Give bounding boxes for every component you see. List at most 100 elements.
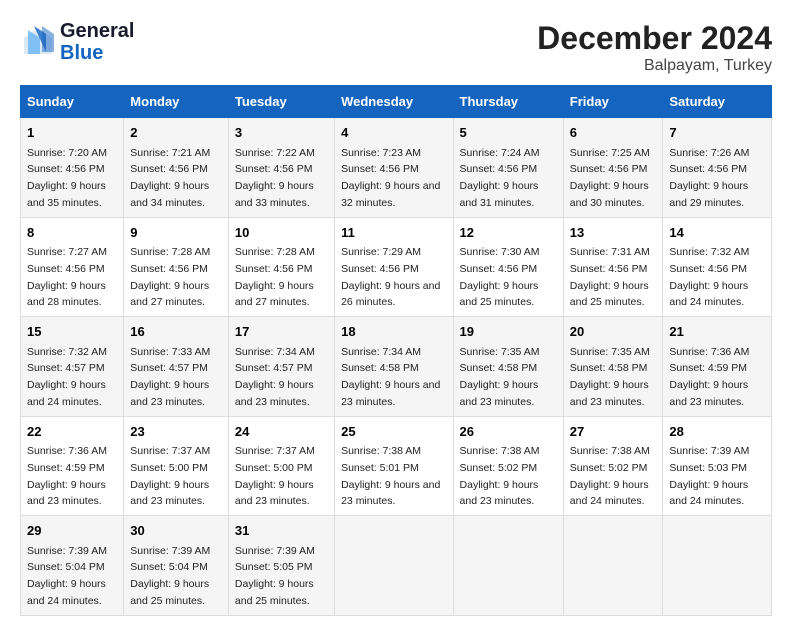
day-number: 9 (130, 223, 222, 243)
day-info: Sunrise: 7:26 AMSunset: 4:56 PMDaylight:… (669, 147, 749, 209)
day-number: 23 (130, 422, 222, 442)
day-info: Sunrise: 7:31 AMSunset: 4:56 PMDaylight:… (570, 246, 650, 308)
day-cell: 22 Sunrise: 7:36 AMSunset: 4:59 PMDaylig… (21, 416, 124, 516)
day-cell: 7 Sunrise: 7:26 AMSunset: 4:56 PMDayligh… (663, 118, 772, 218)
week-row-2: 8 Sunrise: 7:27 AMSunset: 4:56 PMDayligh… (21, 217, 772, 317)
day-cell: 31 Sunrise: 7:39 AMSunset: 5:05 PMDaylig… (228, 516, 334, 616)
day-cell: 16 Sunrise: 7:33 AMSunset: 4:57 PMDaylig… (124, 317, 229, 417)
col-saturday: Saturday (663, 86, 772, 118)
day-cell: 28 Sunrise: 7:39 AMSunset: 5:03 PMDaylig… (663, 416, 772, 516)
header-row: Sunday Monday Tuesday Wednesday Thursday… (21, 86, 772, 118)
day-cell: 6 Sunrise: 7:25 AMSunset: 4:56 PMDayligh… (563, 118, 663, 218)
day-info: Sunrise: 7:35 AMSunset: 4:58 PMDaylight:… (460, 346, 540, 408)
page-header: General Blue December 2024 Balpayam, Tur… (20, 20, 772, 75)
day-number: 28 (669, 422, 765, 442)
day-info: Sunrise: 7:34 AMSunset: 4:57 PMDaylight:… (235, 346, 315, 408)
day-number: 8 (27, 223, 117, 243)
day-info: Sunrise: 7:38 AMSunset: 5:01 PMDaylight:… (341, 445, 440, 507)
day-cell: 1 Sunrise: 7:20 AMSunset: 4:56 PMDayligh… (21, 118, 124, 218)
day-cell: 29 Sunrise: 7:39 AMSunset: 5:04 PMDaylig… (21, 516, 124, 616)
day-cell: 26 Sunrise: 7:38 AMSunset: 5:02 PMDaylig… (453, 416, 563, 516)
week-row-3: 15 Sunrise: 7:32 AMSunset: 4:57 PMDaylig… (21, 317, 772, 417)
day-cell: 13 Sunrise: 7:31 AMSunset: 4:56 PMDaylig… (563, 217, 663, 317)
day-number: 3 (235, 123, 328, 143)
day-number: 1 (27, 123, 117, 143)
day-number: 17 (235, 322, 328, 342)
page-subtitle: Balpayam, Turkey (537, 57, 772, 75)
col-sunday: Sunday (21, 86, 124, 118)
day-info: Sunrise: 7:39 AMSunset: 5:04 PMDaylight:… (27, 545, 107, 607)
day-number: 13 (570, 223, 657, 243)
col-friday: Friday (563, 86, 663, 118)
day-info: Sunrise: 7:39 AMSunset: 5:04 PMDaylight:… (130, 545, 210, 607)
day-cell (335, 516, 453, 616)
col-monday: Monday (124, 86, 229, 118)
day-cell: 11 Sunrise: 7:29 AMSunset: 4:56 PMDaylig… (335, 217, 453, 317)
day-info: Sunrise: 7:38 AMSunset: 5:02 PMDaylight:… (570, 445, 650, 507)
day-cell: 17 Sunrise: 7:34 AMSunset: 4:57 PMDaylig… (228, 317, 334, 417)
day-info: Sunrise: 7:32 AMSunset: 4:57 PMDaylight:… (27, 346, 107, 408)
day-info: Sunrise: 7:28 AMSunset: 4:56 PMDaylight:… (235, 246, 315, 308)
day-info: Sunrise: 7:32 AMSunset: 4:56 PMDaylight:… (669, 246, 749, 308)
week-row-1: 1 Sunrise: 7:20 AMSunset: 4:56 PMDayligh… (21, 118, 772, 218)
logo: General Blue (20, 20, 134, 64)
day-number: 7 (669, 123, 765, 143)
day-cell: 3 Sunrise: 7:22 AMSunset: 4:56 PMDayligh… (228, 118, 334, 218)
day-number: 15 (27, 322, 117, 342)
page-title: December 2024 (537, 20, 772, 57)
day-cell: 19 Sunrise: 7:35 AMSunset: 4:58 PMDaylig… (453, 317, 563, 417)
logo-icon (20, 24, 56, 60)
logo-blue: Blue (60, 42, 134, 64)
day-number: 12 (460, 223, 557, 243)
day-cell: 27 Sunrise: 7:38 AMSunset: 5:02 PMDaylig… (563, 416, 663, 516)
day-number: 21 (669, 322, 765, 342)
logo-general: General (60, 20, 134, 42)
day-cell: 21 Sunrise: 7:36 AMSunset: 4:59 PMDaylig… (663, 317, 772, 417)
day-info: Sunrise: 7:30 AMSunset: 4:56 PMDaylight:… (460, 246, 540, 308)
day-number: 29 (27, 521, 117, 541)
day-number: 26 (460, 422, 557, 442)
day-cell: 10 Sunrise: 7:28 AMSunset: 4:56 PMDaylig… (228, 217, 334, 317)
day-cell: 18 Sunrise: 7:34 AMSunset: 4:58 PMDaylig… (335, 317, 453, 417)
day-info: Sunrise: 7:36 AMSunset: 4:59 PMDaylight:… (669, 346, 749, 408)
day-cell (563, 516, 663, 616)
day-cell: 2 Sunrise: 7:21 AMSunset: 4:56 PMDayligh… (124, 118, 229, 218)
day-number: 11 (341, 223, 446, 243)
day-number: 14 (669, 223, 765, 243)
day-cell: 5 Sunrise: 7:24 AMSunset: 4:56 PMDayligh… (453, 118, 563, 218)
day-number: 24 (235, 422, 328, 442)
day-cell (663, 516, 772, 616)
day-info: Sunrise: 7:27 AMSunset: 4:56 PMDaylight:… (27, 246, 107, 308)
day-number: 30 (130, 521, 222, 541)
day-number: 5 (460, 123, 557, 143)
calendar-table: Sunday Monday Tuesday Wednesday Thursday… (20, 85, 772, 616)
day-cell: 8 Sunrise: 7:27 AMSunset: 4:56 PMDayligh… (21, 217, 124, 317)
day-number: 19 (460, 322, 557, 342)
day-number: 4 (341, 123, 446, 143)
day-number: 25 (341, 422, 446, 442)
day-cell: 20 Sunrise: 7:35 AMSunset: 4:58 PMDaylig… (563, 317, 663, 417)
day-cell: 30 Sunrise: 7:39 AMSunset: 5:04 PMDaylig… (124, 516, 229, 616)
day-info: Sunrise: 7:37 AMSunset: 5:00 PMDaylight:… (130, 445, 210, 507)
day-info: Sunrise: 7:38 AMSunset: 5:02 PMDaylight:… (460, 445, 540, 507)
day-number: 2 (130, 123, 222, 143)
day-number: 16 (130, 322, 222, 342)
day-cell: 24 Sunrise: 7:37 AMSunset: 5:00 PMDaylig… (228, 416, 334, 516)
day-info: Sunrise: 7:20 AMSunset: 4:56 PMDaylight:… (27, 147, 107, 209)
day-cell: 9 Sunrise: 7:28 AMSunset: 4:56 PMDayligh… (124, 217, 229, 317)
day-info: Sunrise: 7:24 AMSunset: 4:56 PMDaylight:… (460, 147, 540, 209)
day-info: Sunrise: 7:35 AMSunset: 4:58 PMDaylight:… (570, 346, 650, 408)
day-cell: 4 Sunrise: 7:23 AMSunset: 4:56 PMDayligh… (335, 118, 453, 218)
day-number: 6 (570, 123, 657, 143)
day-info: Sunrise: 7:39 AMSunset: 5:05 PMDaylight:… (235, 545, 315, 607)
day-info: Sunrise: 7:28 AMSunset: 4:56 PMDaylight:… (130, 246, 210, 308)
day-cell: 25 Sunrise: 7:38 AMSunset: 5:01 PMDaylig… (335, 416, 453, 516)
day-number: 10 (235, 223, 328, 243)
day-number: 31 (235, 521, 328, 541)
day-cell: 12 Sunrise: 7:30 AMSunset: 4:56 PMDaylig… (453, 217, 563, 317)
day-number: 27 (570, 422, 657, 442)
day-cell: 23 Sunrise: 7:37 AMSunset: 5:00 PMDaylig… (124, 416, 229, 516)
day-info: Sunrise: 7:29 AMSunset: 4:56 PMDaylight:… (341, 246, 440, 308)
day-cell: 15 Sunrise: 7:32 AMSunset: 4:57 PMDaylig… (21, 317, 124, 417)
day-info: Sunrise: 7:21 AMSunset: 4:56 PMDaylight:… (130, 147, 210, 209)
